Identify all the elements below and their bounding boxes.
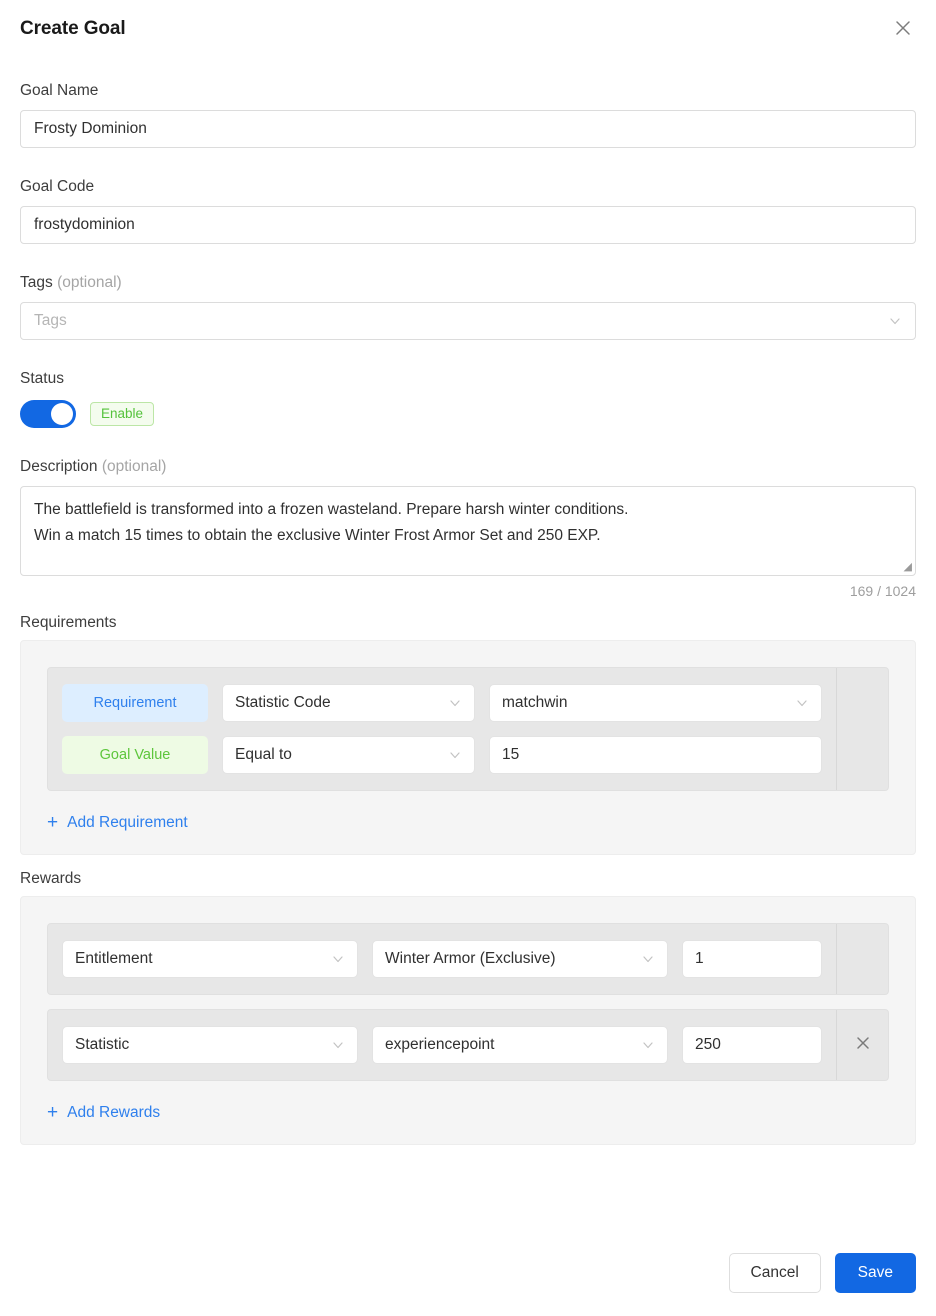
reward-sub-row: Entitlement Winter Armor (Exclusive) 1 [62, 940, 822, 978]
chevron-down-icon [641, 952, 655, 966]
description-textarea[interactable]: The battlefield is transformed into a fr… [20, 486, 916, 576]
reward-type-value: Entitlement [75, 950, 153, 967]
goal-code-input[interactable]: frostydominion [20, 206, 916, 244]
reward-quantity-input[interactable]: 1 [682, 940, 822, 978]
reward-item-select[interactable]: Winter Armor (Exclusive) [372, 940, 668, 978]
description-label-text: Description [20, 458, 98, 475]
close-icon [854, 1034, 872, 1057]
dialog-footer: Cancel Save [0, 1242, 936, 1316]
reward-row-inner: Entitlement Winter Armor (Exclusive) 1 [48, 924, 836, 994]
requirements-card: Requirement Statistic Code matchwin Goal… [20, 640, 916, 855]
add-rewards-label: Add Rewards [67, 1103, 161, 1121]
description-field: Description (optional) The battlefield i… [20, 458, 916, 599]
remove-reward-button[interactable] [836, 1010, 888, 1080]
reward-row-actions [836, 924, 888, 994]
requirement-statistic-select[interactable]: matchwin [489, 684, 822, 722]
requirement-row-inner: Requirement Statistic Code matchwin Goal… [48, 668, 836, 790]
status-toggle[interactable] [20, 400, 76, 428]
description-line-1: The battlefield is transformed into a fr… [34, 501, 629, 518]
rewards-section: Rewards Entitlement Winter Armor (Exclus… [20, 870, 916, 1145]
chevron-down-icon [448, 748, 462, 762]
close-button[interactable] [890, 15, 916, 41]
tags-field: Tags (optional) Tags [20, 274, 916, 340]
requirement-statistic-value: matchwin [502, 694, 568, 711]
requirement-row: Requirement Statistic Code matchwin Goal… [47, 667, 889, 791]
rewards-card: Entitlement Winter Armor (Exclusive) 1 S… [20, 896, 916, 1145]
reward-type-select[interactable]: Entitlement [62, 940, 358, 978]
chevron-down-icon [888, 314, 902, 328]
requirements-title: Requirements [20, 614, 117, 631]
chevron-down-icon [448, 696, 462, 710]
status-row: Enable [20, 400, 916, 428]
description-line-2: Win a match 15 times to obtain the exclu… [34, 527, 601, 544]
add-rewards-button[interactable]: + Add Rewards [47, 1103, 160, 1122]
tags-optional-text: (optional) [57, 274, 122, 291]
reward-row-inner: Statistic experiencepoint 250 [48, 1010, 836, 1080]
requirement-row-actions [836, 668, 888, 790]
tags-label: Tags (optional) [20, 274, 916, 292]
requirement-sub-row: Requirement Statistic Code matchwin [62, 684, 822, 722]
requirement-type-value: Statistic Code [235, 694, 331, 711]
reward-quantity-input[interactable]: 250 [682, 1026, 822, 1064]
close-icon [893, 18, 913, 38]
reward-sub-row: Statistic experiencepoint 250 [62, 1026, 822, 1064]
requirements-section: Requirements Requirement Statistic Code [20, 614, 916, 855]
goal-value-input[interactable]: 15 [489, 736, 822, 774]
tags-label-text: Tags [20, 274, 53, 291]
reward-item-value: Winter Armor (Exclusive) [385, 950, 556, 967]
reward-item-value: experiencepoint [385, 1036, 495, 1053]
goal-code-label: Goal Code [20, 178, 95, 195]
tags-select-placeholder: Tags [34, 312, 67, 329]
cancel-button[interactable]: Cancel [728, 1253, 821, 1293]
dialog-header: Create Goal [20, 0, 916, 52]
toggle-knob [51, 403, 73, 425]
add-requirement-label: Add Requirement [67, 813, 188, 831]
page-title: Create Goal [20, 18, 126, 39]
requirement-chip: Requirement [62, 684, 208, 722]
plus-icon: + [47, 1102, 59, 1123]
create-goal-dialog: Create Goal Goal Name Frosty Dominion Go… [0, 0, 936, 1316]
goal-name-input[interactable]: Frosty Dominion [20, 110, 916, 148]
goal-name-field: Goal Name Frosty Dominion [20, 82, 916, 148]
goal-value-operator-select[interactable]: Equal to [222, 736, 475, 774]
tags-select[interactable]: Tags [20, 302, 916, 340]
reward-row: Entitlement Winter Armor (Exclusive) 1 [47, 923, 889, 995]
description-label: Description (optional) [20, 458, 916, 476]
add-requirement-button[interactable]: + Add Requirement [47, 813, 188, 832]
goal-value-sub-row: Goal Value Equal to 15 [62, 736, 822, 774]
description-char-counter: 169 / 1024 [849, 583, 916, 599]
reward-item-select[interactable]: experiencepoint [372, 1026, 668, 1064]
description-optional-text: (optional) [101, 458, 167, 475]
goal-code-field: Goal Code frostydominion [20, 178, 916, 244]
plus-icon: + [47, 812, 59, 833]
goal-value-operator-value: Equal to [235, 746, 292, 763]
chevron-down-icon [795, 696, 809, 710]
status-label: Status [20, 370, 64, 387]
reward-type-value: Statistic [75, 1036, 130, 1053]
goal-name-label: Goal Name [20, 82, 99, 99]
chevron-down-icon [331, 1038, 345, 1052]
rewards-title: Rewards [20, 870, 82, 887]
chevron-down-icon [331, 952, 345, 966]
requirement-type-select[interactable]: Statistic Code [222, 684, 475, 722]
resize-handle-icon[interactable]: ◢ [904, 562, 912, 573]
status-badge: Enable [90, 402, 155, 426]
goal-value-chip: Goal Value [62, 736, 208, 774]
status-field: Status Enable [20, 370, 916, 428]
reward-type-select[interactable]: Statistic [62, 1026, 358, 1064]
reward-row: Statistic experiencepoint 250 [47, 1009, 889, 1081]
save-button[interactable]: Save [834, 1253, 916, 1293]
chevron-down-icon [641, 1038, 655, 1052]
